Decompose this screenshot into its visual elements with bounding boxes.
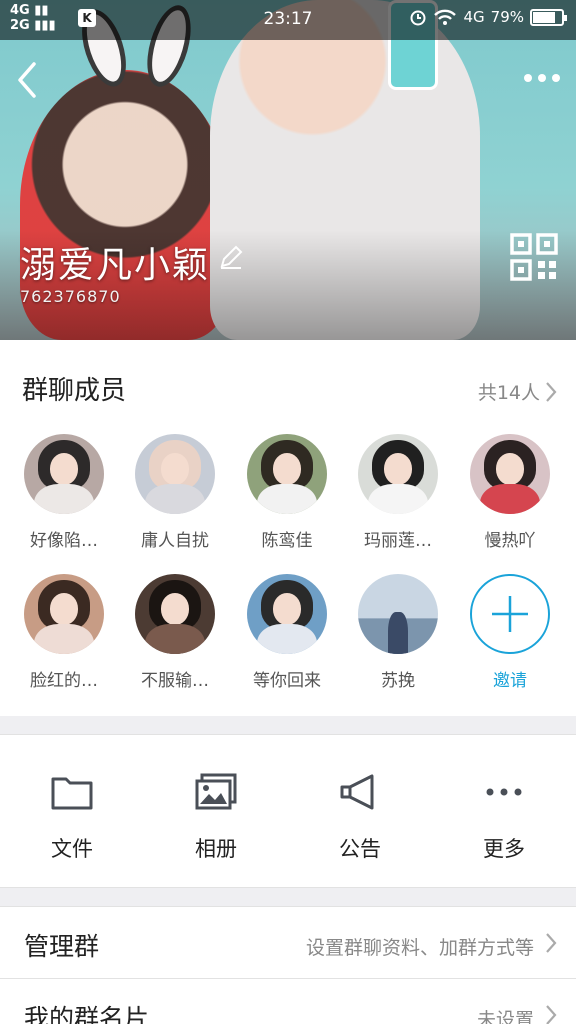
member-item[interactable]: 陈鸾佳 [237,434,337,551]
member-item[interactable]: 庸人自扰 [125,434,225,551]
invite-button[interactable]: 邀请 [460,574,560,691]
group-profile-screen: 4G ▮▮ 2G ▮▮▮ K 23:17 4G 79% 溺爱凡小颖 762376… [0,0,576,1024]
my-group-card-row[interactable]: 我的群名片 未设置 [0,978,576,1024]
megaphone-icon [340,774,374,810]
avatar [135,434,215,514]
members-section: 群聊成员 共14人 好像陷… 庸人自扰 陈鸾佳 玛丽莲… 慢热吖 脸红的… 不服… [0,340,576,716]
chevron-right-icon [546,933,557,953]
status-bar: 4G ▮▮ 2G ▮▮▮ K 23:17 4G 79% [0,0,576,38]
qr-code-button[interactable] [510,233,558,281]
row-title: 管理群 [24,932,100,961]
invite-circle [470,574,550,654]
folder-icon [51,777,93,810]
row-title: 我的群名片 [24,1004,150,1024]
avatar [358,574,438,654]
battery-icon [530,8,567,26]
tool-more[interactable]: 更多 [432,773,576,863]
wifi-icon [434,9,457,25]
tool-label: 公告 [339,837,381,861]
invite-label: 邀请 [493,671,527,691]
manage-group-row[interactable]: 管理群 设置群聊资料、加群方式等 [0,906,576,978]
tool-label: 文件 [51,837,93,861]
members-title: 群聊成员 [22,376,127,406]
member-name: 好像陷… [30,531,98,551]
tool-announcement[interactable]: 公告 [288,773,432,863]
back-button[interactable] [12,60,42,100]
avatar [247,434,327,514]
tool-files[interactable]: 文件 [0,773,144,863]
more-dots-icon [486,788,522,796]
member-name: 脸红的… [30,671,98,691]
edit-pencil-icon[interactable] [218,244,244,270]
member-name: 陈鸾佳 [261,531,313,551]
row-value: 设置群聊资料、加群方式等 [305,937,534,959]
member-item[interactable]: 不服输… [125,574,225,691]
row-value: 未设置 [476,1009,534,1024]
alarm-icon [410,10,426,26]
avatar [470,434,550,514]
mobile-data-label: 4G [463,8,485,26]
avatar [247,574,327,654]
member-item[interactable]: 好像陷… [14,434,114,551]
more-options-button[interactable] [522,66,562,90]
tool-album[interactable]: 相册 [144,773,288,863]
status-right: 4G 79% [409,8,567,26]
tool-label: 相册 [195,837,237,861]
member-item[interactable]: 慢热吖 [460,434,560,551]
member-name: 玛丽莲… [364,531,432,551]
chevron-right-icon [546,1005,557,1024]
member-name: 慢热吖 [484,531,536,551]
tools-section: 文件 相册 公告 更多 [0,734,576,888]
chevron-right-icon [546,382,557,402]
avatar [24,434,104,514]
member-item[interactable]: 苏挽 [348,574,448,691]
avatar [358,434,438,514]
members-count[interactable]: 共14人 [478,378,540,405]
group-name[interactable]: 溺爱凡小颖 [20,236,210,288]
plus-icon [492,596,528,632]
album-icon [195,773,237,810]
tool-label: 更多 [483,837,525,861]
battery-fill [533,11,556,23]
avatar [24,574,104,654]
battery-percent: 79% [490,8,524,26]
member-item[interactable]: 玛丽莲… [348,434,448,551]
member-item[interactable]: 脸红的… [14,574,114,691]
group-id: 762376870 [20,287,121,306]
member-name: 苏挽 [381,671,415,691]
member-name: 等你回来 [253,671,321,691]
avatar [135,574,215,654]
member-name: 不服输… [141,671,209,691]
member-name: 庸人自扰 [141,531,209,551]
member-item[interactable]: 等你回来 [237,574,337,691]
